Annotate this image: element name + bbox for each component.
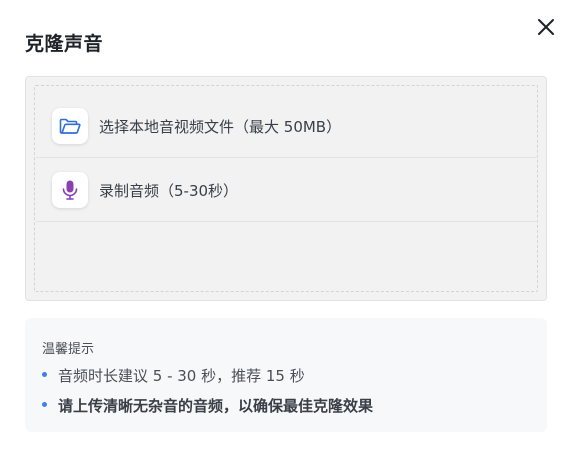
close-icon[interactable]: [533, 14, 559, 40]
tips-panel: 温馨提示 音频时长建议 5 - 30 秒，推荐 15 秒 请上传清晰无杂音的音频…: [25, 318, 547, 432]
tips-title: 温馨提示: [42, 342, 95, 357]
select-local-file-label: 选择本地音视频文件（最大 50MB）: [99, 118, 342, 136]
dialog-title: 克隆声音: [25, 33, 104, 55]
tip-text: 请上传清晰无杂音的音频，以确保最佳克隆效果: [58, 397, 374, 415]
select-local-file-option[interactable]: 选择本地音视频文件（最大 50MB）: [36, 94, 538, 158]
tip-item: 音频时长建议 5 - 30 秒，推荐 15 秒: [42, 365, 305, 386]
clone-voice-dialog: 克隆声音 选择本地音视频文件（最大 50MB） 录制音频（5-30秒） 温馨提示…: [0, 0, 573, 458]
microphone-icon: [52, 172, 88, 208]
tip-item: 请上传清晰无杂音的音频，以确保最佳克隆效果: [42, 395, 373, 416]
bullet-icon: [42, 372, 47, 377]
folder-open-icon: [52, 108, 88, 144]
record-audio-label: 录制音频（5-30秒）: [99, 182, 239, 200]
upload-panel: 选择本地音视频文件（最大 50MB） 录制音频（5-30秒）: [25, 76, 547, 301]
tip-text: 音频时长建议 5 - 30 秒，推荐 15 秒: [58, 367, 305, 385]
bullet-icon: [42, 402, 47, 407]
upload-dropzone[interactable]: 选择本地音视频文件（最大 50MB） 录制音频（5-30秒）: [34, 85, 538, 292]
record-audio-option[interactable]: 录制音频（5-30秒）: [36, 158, 538, 222]
